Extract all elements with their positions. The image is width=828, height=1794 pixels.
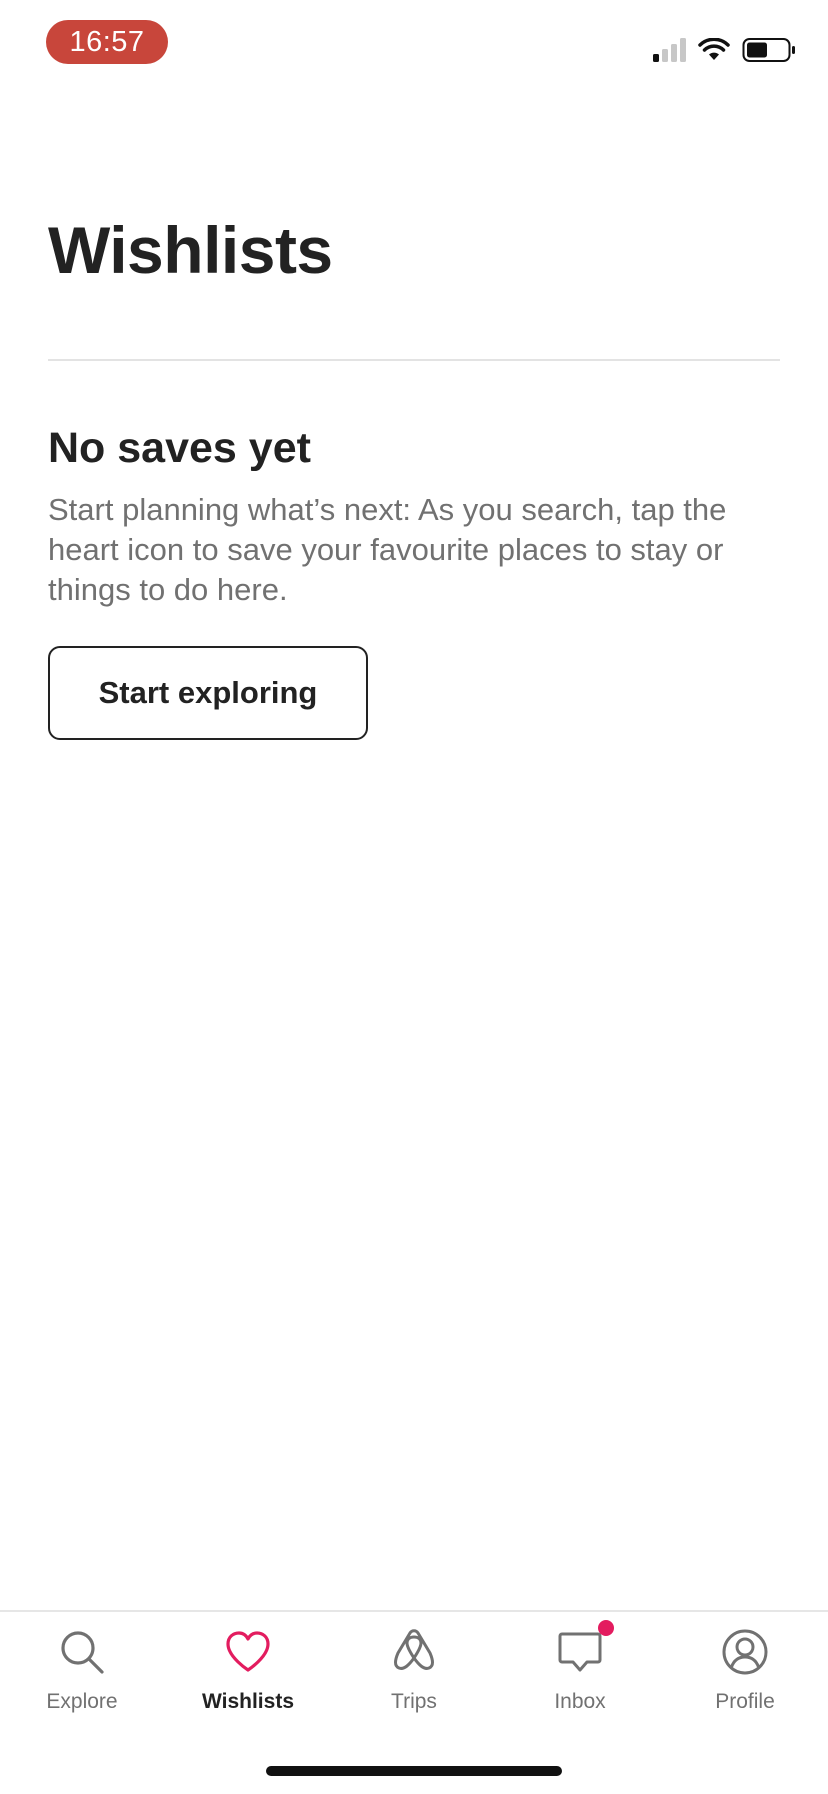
heart-icon xyxy=(226,1631,270,1672)
tab-profile[interactable]: Profile xyxy=(670,1628,820,1738)
page-title: Wishlists xyxy=(48,213,333,287)
tab-wishlists[interactable]: Wishlists xyxy=(173,1628,323,1738)
header-divider xyxy=(48,359,780,361)
home-indicator xyxy=(266,1766,562,1776)
tab-inbox-label: Inbox xyxy=(554,1690,606,1713)
start-exploring-button[interactable]: Start exploring xyxy=(48,646,368,740)
notification-dot xyxy=(598,1620,614,1636)
empty-state-description: Start planning what’s next: As you searc… xyxy=(48,492,727,607)
tab-profile-label: Profile xyxy=(715,1690,775,1713)
message-icon xyxy=(558,1632,602,1672)
inbox-icon-wrapper xyxy=(556,1620,614,1676)
profile-icon xyxy=(722,1629,768,1675)
status-icons xyxy=(653,36,796,64)
airbnb-logo-icon xyxy=(394,1629,434,1670)
empty-state-heading: No saves yet xyxy=(48,424,311,472)
battery-icon xyxy=(742,38,795,62)
status-time: 16:57 xyxy=(46,20,168,64)
status-bar: 16:57 xyxy=(0,0,828,96)
tab-trips-label: Trips xyxy=(391,1690,437,1713)
signal-icon xyxy=(653,38,686,62)
tab-inbox[interactable]: Inbox xyxy=(505,1620,655,1738)
tab-explore[interactable]: Explore xyxy=(7,1628,157,1738)
tab-explore-label: Explore xyxy=(46,1690,118,1713)
tab-wishlists-label: Wishlists xyxy=(202,1690,294,1713)
search-icon xyxy=(61,1631,104,1674)
wifi-icon xyxy=(698,38,730,60)
tab-trips[interactable]: Trips xyxy=(339,1628,489,1738)
